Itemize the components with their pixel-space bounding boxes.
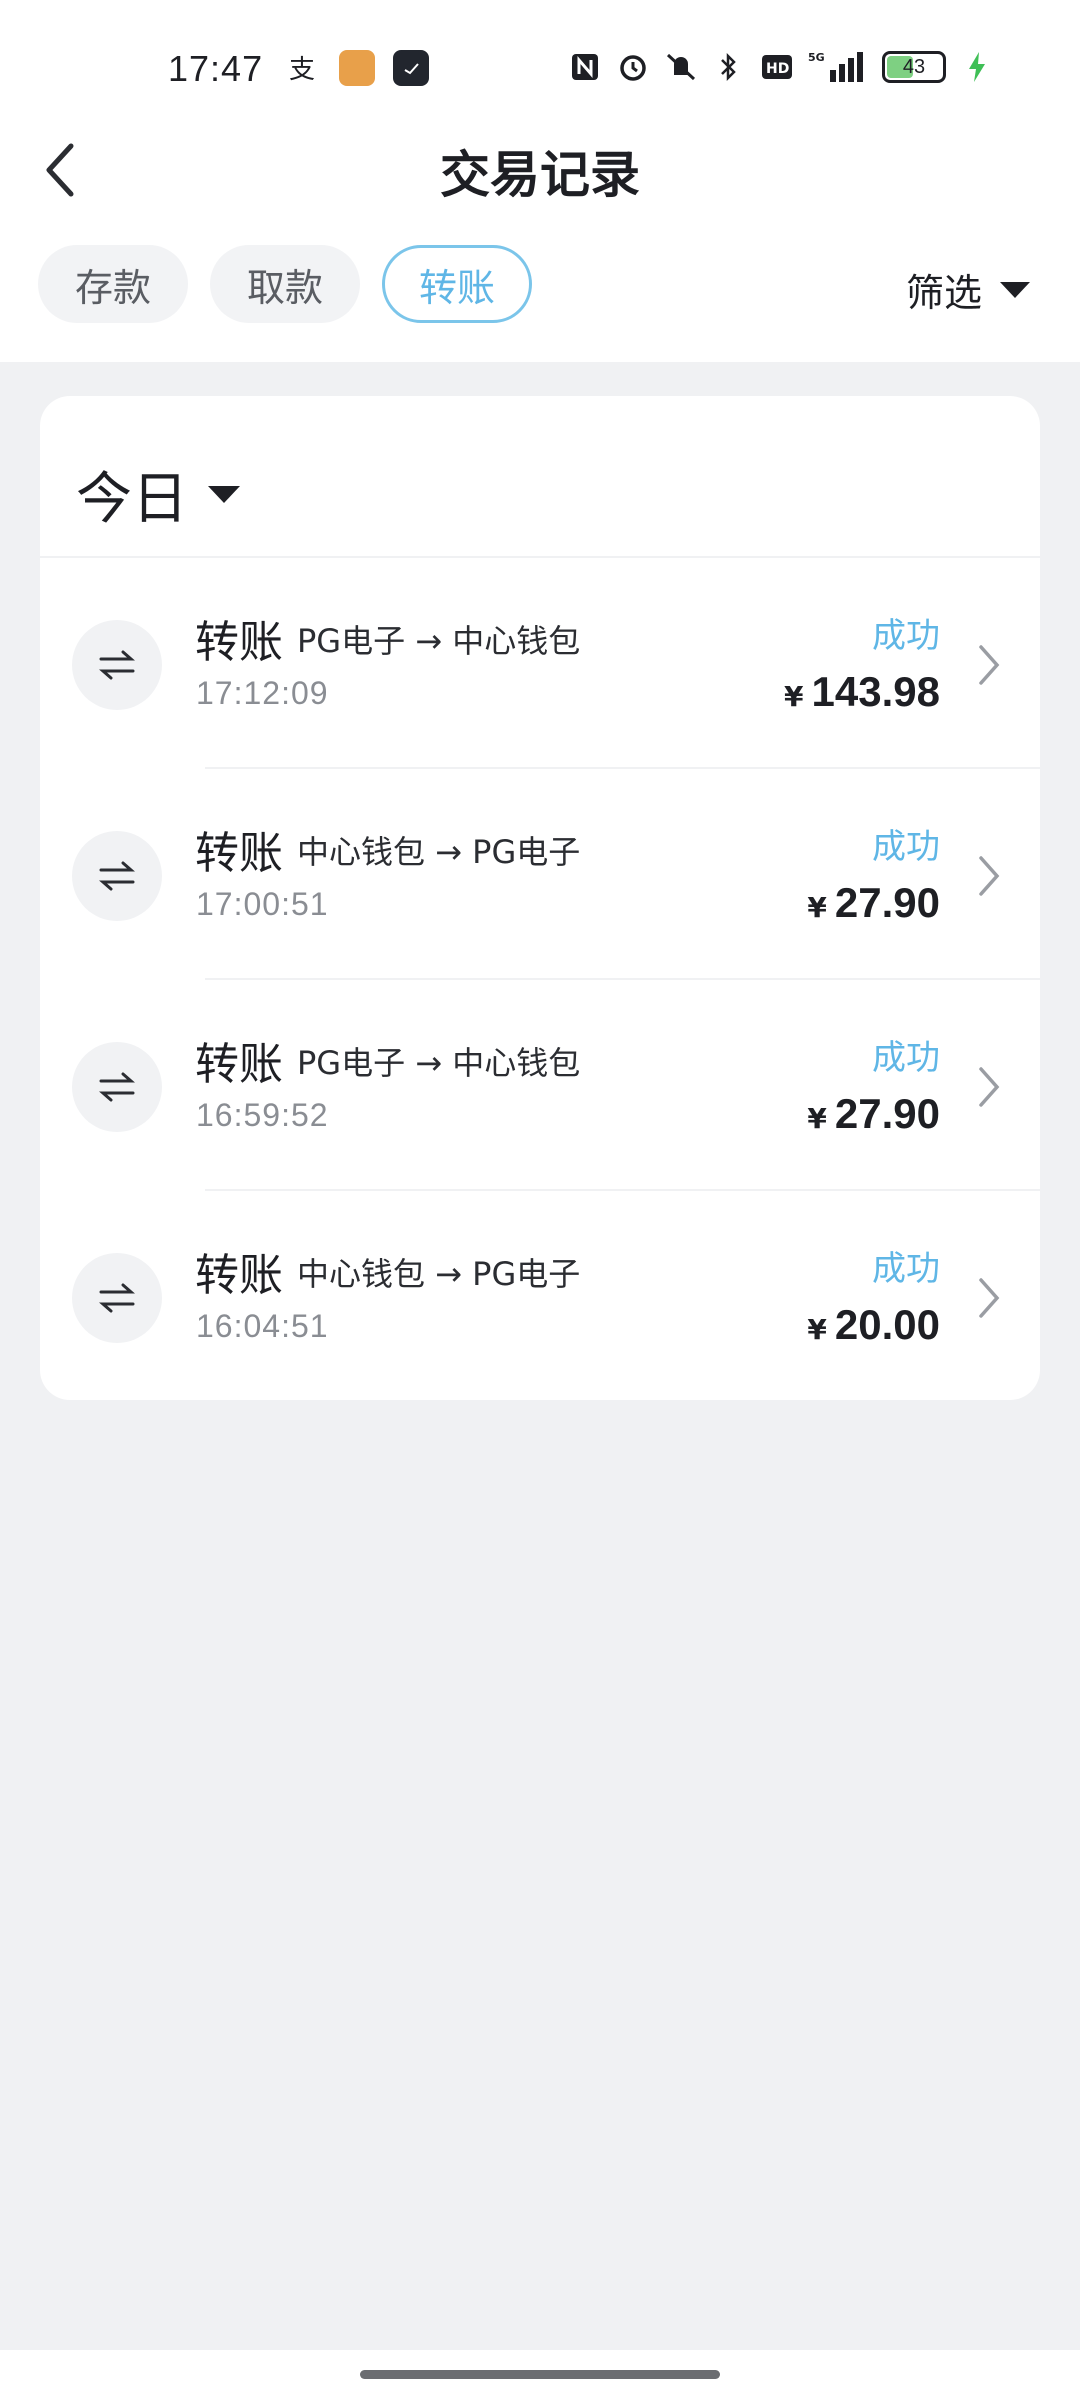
tab-transfer[interactable]: 转账: [382, 245, 533, 323]
caret-down-icon: [1000, 281, 1030, 298]
home-indicator[interactable]: [360, 2370, 720, 2379]
records-card: 今日 转账 PG电子 → 中心钱包 17:12:09 成功 ¥ 143.98 转…: [40, 396, 1040, 1400]
record-time: 16:59:52: [196, 1097, 329, 1133]
record-time: 17:12:09: [196, 675, 329, 711]
record-row[interactable]: 转账 PG电子 → 中心钱包 17:12:09 成功 ¥ 143.98: [40, 558, 1040, 769]
record-route: 中心钱包 → PG电子: [297, 1255, 581, 1293]
chevron-right-icon: [974, 640, 1004, 690]
record-row[interactable]: 转账 中心钱包 → PG电子 16:04:51 成功 ¥ 20.00: [40, 1191, 1040, 1400]
record-amount: ¥ 27.90: [807, 879, 940, 927]
transfer-icon: [72, 1253, 162, 1343]
filter-button[interactable]: 筛选: [906, 262, 1030, 317]
record-amount: ¥ 20.00: [807, 1301, 940, 1349]
svg-text:支: 支: [289, 55, 315, 85]
currency-symbol: ¥: [807, 891, 827, 924]
signal-icon: 5G: [808, 50, 868, 84]
bluetooth-icon: [712, 50, 746, 84]
record-status: 成功: [872, 1038, 940, 1078]
caret-down-icon: [208, 486, 240, 503]
alarm-icon: [616, 50, 650, 84]
tab-deposit[interactable]: 存款: [38, 245, 189, 323]
record-status: 成功: [872, 1249, 940, 1289]
record-route: PG电子 → 中心钱包: [297, 622, 581, 660]
status-bar: 17:47 支 HD 5G 43: [0, 0, 1080, 140]
amount-value: 27.90: [834, 879, 940, 926]
chevron-right-icon: [974, 851, 1004, 901]
currency-symbol: ¥: [784, 680, 804, 713]
network-label: 5G: [808, 51, 825, 64]
record-amount: ¥ 27.90: [807, 1090, 940, 1138]
currency-symbol: ¥: [807, 1313, 827, 1346]
transfer-icon: [72, 1042, 162, 1132]
record-row[interactable]: 转账 中心钱包 → PG电子 17:00:51 成功 ¥ 27.90: [40, 769, 1040, 980]
battery-level: 43: [902, 55, 926, 78]
nfc-icon: [568, 50, 602, 84]
battery-indicator: 43: [882, 51, 946, 83]
record-type: 转账: [195, 617, 283, 668]
mute-icon: [664, 50, 698, 84]
filter-label: 筛选: [905, 271, 982, 315]
record-type: 转账: [195, 1250, 283, 1301]
chevron-right-icon: [974, 1273, 1004, 1323]
amount-value: 27.90: [834, 1090, 940, 1137]
charging-icon: [960, 50, 994, 84]
amount-value: 20.00: [834, 1301, 940, 1348]
record-row[interactable]: 转账 PG电子 → 中心钱包 16:59:52 成功 ¥ 27.90: [40, 980, 1040, 1191]
hd-icon: HD: [760, 50, 794, 84]
record-route: 中心钱包 → PG电子: [297, 833, 581, 871]
record-time: 16:04:51: [196, 1308, 329, 1344]
record-type: 转账: [195, 1039, 283, 1090]
status-time: 17:47: [168, 48, 264, 89]
record-type: 转账: [195, 828, 283, 879]
hd-label: HD: [766, 61, 789, 77]
alipay-icon: 支: [285, 50, 321, 86]
date-range-selector[interactable]: 今日: [76, 454, 240, 535]
record-status: 成功: [872, 616, 940, 656]
notification-icons: 支: [285, 50, 429, 86]
page-title: 交易记录: [440, 146, 640, 204]
date-range-label: 今日: [76, 467, 188, 532]
chevron-right-icon: [974, 1062, 1004, 1112]
amount-value: 143.98: [811, 668, 940, 715]
type-tabs: 存款 取款 转账: [38, 245, 533, 323]
transfer-icon: [72, 831, 162, 921]
system-icons: HD 5G 43: [568, 50, 994, 84]
clock-app-icon: [393, 50, 429, 86]
record-route: PG电子 → 中心钱包: [297, 1044, 581, 1082]
record-status: 成功: [872, 827, 940, 867]
app-notification-icon: [339, 50, 375, 86]
currency-symbol: ¥: [807, 1102, 827, 1135]
tab-withdraw[interactable]: 取款: [210, 245, 361, 323]
record-amount: ¥ 143.98: [784, 668, 940, 716]
transfer-icon: [72, 620, 162, 710]
record-time: 17:00:51: [196, 886, 329, 922]
